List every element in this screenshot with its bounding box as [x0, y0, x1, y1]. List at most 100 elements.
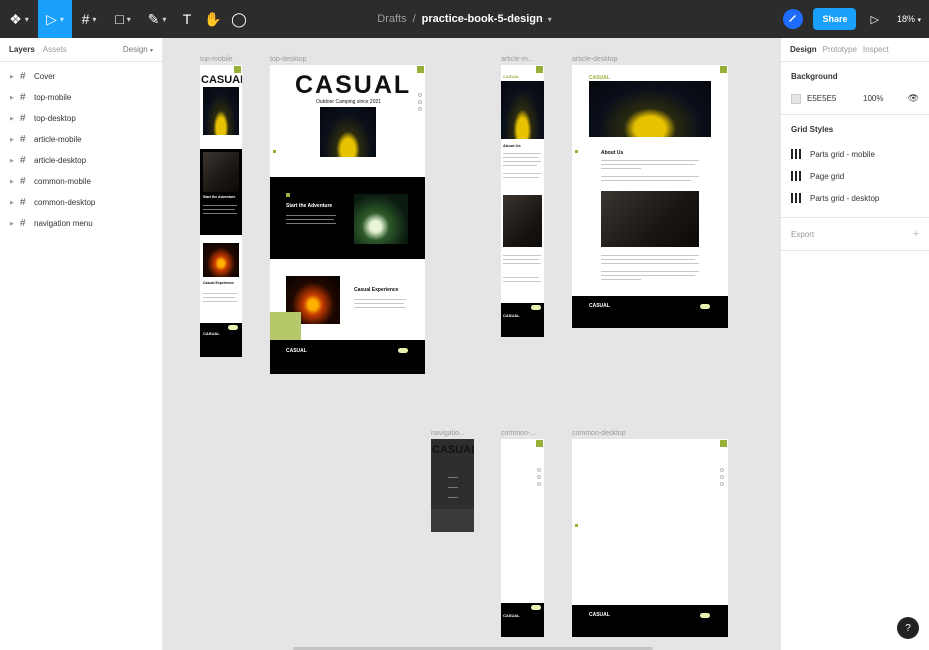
menu-line [448, 477, 458, 478]
shape-tool-button[interactable]: □ ▾ [106, 0, 140, 38]
right-panel-tabs: Design Prototype Inspect [781, 38, 929, 62]
frame-common-mobile[interactable]: CASUAL [501, 439, 544, 637]
chevron-down-icon[interactable]: ▾ [548, 15, 552, 24]
text-line [286, 223, 336, 224]
tab-prototype[interactable]: Prototype [823, 45, 857, 54]
grid-columns-icon [791, 149, 803, 159]
brand-logo: CASUAL [503, 74, 520, 79]
drafts-link[interactable]: Drafts [377, 13, 406, 25]
footer: CASUAL [501, 303, 544, 337]
frame-label-top-mobile[interactable]: top-mobile [200, 56, 233, 63]
background-hex-input[interactable]: E5E5E5 [807, 94, 863, 103]
page-indicator[interactable] [720, 468, 724, 489]
frame-article-desktop[interactable]: CASUAL About Us CASUAL [572, 65, 728, 328]
frame-label-common-mobile[interactable]: common-... [501, 430, 536, 437]
text-tool-button[interactable]: T [174, 0, 200, 38]
accent-dot [575, 150, 578, 153]
background-opacity-input[interactable]: 100% [863, 94, 883, 103]
layer-item-cover[interactable]: ▶ # Cover [0, 66, 162, 87]
tab-assets[interactable]: Assets [43, 45, 67, 54]
page-indicator[interactable] [537, 468, 541, 489]
footer-brand: CASUAL [589, 303, 610, 309]
frame-label-navigation[interactable]: navigatio... [431, 430, 465, 437]
frame-tool-button[interactable]: # ▾ [72, 0, 106, 38]
caret-right-icon[interactable]: ▶ [10, 137, 20, 143]
user-avatar-icon [789, 15, 797, 22]
tab-layers[interactable]: Layers [9, 45, 35, 54]
frame-label-common-desktop[interactable]: common-desktop [572, 430, 626, 437]
design-canvas[interactable]: top-mobile CASUAL Start the Adventure Ca… [163, 38, 780, 650]
frame-common-desktop[interactable]: CASUAL [572, 439, 728, 637]
layer-item-article-mobile[interactable]: ▶ # article-mobile [0, 129, 162, 150]
gallery-photo [503, 195, 542, 247]
file-name[interactable]: practice-book-5-design [422, 13, 543, 25]
caret-right-icon[interactable]: ▶ [10, 116, 20, 122]
figma-menu-icon: ❖ [9, 10, 22, 27]
share-button[interactable]: Share [813, 8, 857, 30]
caret-right-icon[interactable]: ▶ [10, 74, 20, 80]
text-line [503, 255, 541, 256]
pen-tool-button[interactable]: ✎ ▾ [140, 0, 174, 38]
grid-style-item[interactable]: Parts grid - desktop [791, 193, 919, 203]
footer-brand: CASUAL [589, 612, 610, 618]
text-line [203, 293, 237, 294]
text-line [601, 279, 641, 280]
move-tool-button[interactable]: ▷ ▾ [38, 0, 72, 38]
grid-style-label: Page grid [810, 171, 845, 181]
nav-footer [431, 509, 474, 532]
brand-title: CASUAL [295, 71, 412, 99]
footer-brand: CASUAL [286, 348, 307, 354]
page-indicator[interactable] [418, 93, 422, 114]
layer-item-common-mobile[interactable]: ▶ # common-mobile [0, 171, 162, 192]
frame-top-mobile[interactable]: CASUAL Start the Adventure Casual Experi… [200, 65, 242, 357]
caret-right-icon[interactable]: ▶ [10, 200, 20, 206]
present-play-icon[interactable]: ▷ [870, 13, 878, 26]
eye-icon[interactable]: 👁 [908, 93, 919, 104]
caret-right-icon[interactable]: ▶ [10, 221, 20, 227]
frame-navigation-menu[interactable]: CASUAL [431, 439, 474, 532]
fire-photo [203, 243, 239, 277]
figma-app: ❖ ▾ ▷ ▾ # ▾ □ ▾ ✎ ▾ T ✋ ◯ Drafts / practice-b… [0, 0, 929, 650]
frame-label-article-mobile[interactable]: article-m... [501, 56, 534, 63]
add-export-icon[interactable]: + [913, 228, 919, 240]
frame-icon: # [20, 113, 26, 124]
chevron-down-icon: ▾ [162, 14, 167, 24]
background-section: Background E5E5E5 100% 👁 [781, 62, 929, 115]
page-selector[interactable]: Design ▾ [123, 45, 153, 54]
caret-right-icon[interactable]: ▶ [10, 95, 20, 101]
tab-design[interactable]: Design [790, 45, 817, 54]
hand-tool-button[interactable]: ✋ [200, 0, 226, 38]
frame-icon: # [20, 92, 26, 103]
layer-item-top-desktop[interactable]: ▶ # top-desktop [0, 108, 162, 129]
grid-style-item[interactable]: Parts grid - mobile [791, 149, 919, 159]
grid-style-item[interactable]: Page grid [791, 171, 919, 181]
tab-inspect[interactable]: Inspect [863, 45, 889, 54]
text-line [503, 153, 541, 154]
frame-label-top-desktop[interactable]: top-desktop [270, 56, 307, 63]
background-swatch[interactable] [791, 93, 801, 104]
layer-item-navigation-menu[interactable]: ▶ # navigation menu [0, 213, 162, 234]
frame-article-mobile[interactable]: CASUAL About Us CASUAL [501, 65, 544, 337]
lime-accent-block [270, 312, 301, 340]
text-line [503, 165, 537, 166]
tent-photo [203, 152, 239, 192]
text-line [203, 205, 237, 206]
caret-right-icon[interactable]: ▶ [10, 158, 20, 164]
layer-item-top-mobile[interactable]: ▶ # top-mobile [0, 87, 162, 108]
frame-label-article-desktop[interactable]: article-desktop [572, 56, 618, 63]
footer-logo-icon [398, 348, 408, 353]
footer-logo-icon [228, 325, 238, 330]
main-menu-button[interactable]: ❖ ▾ [0, 0, 38, 38]
caret-right-icon[interactable]: ▶ [10, 179, 20, 185]
text-line [203, 301, 237, 302]
layer-item-common-desktop[interactable]: ▶ # common-desktop [0, 192, 162, 213]
avatar[interactable] [783, 9, 804, 29]
menu-badge [720, 66, 727, 73]
frame-top-desktop[interactable]: CASUAL Outdoor Camping since 2021 Start … [270, 65, 425, 374]
help-button[interactable]: ? [897, 617, 919, 639]
layer-item-article-desktop[interactable]: ▶ # article-desktop [0, 150, 162, 171]
zoom-menu[interactable]: 18% ▾ [897, 14, 921, 24]
comment-tool-button[interactable]: ◯ [226, 0, 252, 38]
grid-style-label: Parts grid - desktop [810, 193, 880, 203]
frame-tool-icon: # [81, 11, 90, 27]
